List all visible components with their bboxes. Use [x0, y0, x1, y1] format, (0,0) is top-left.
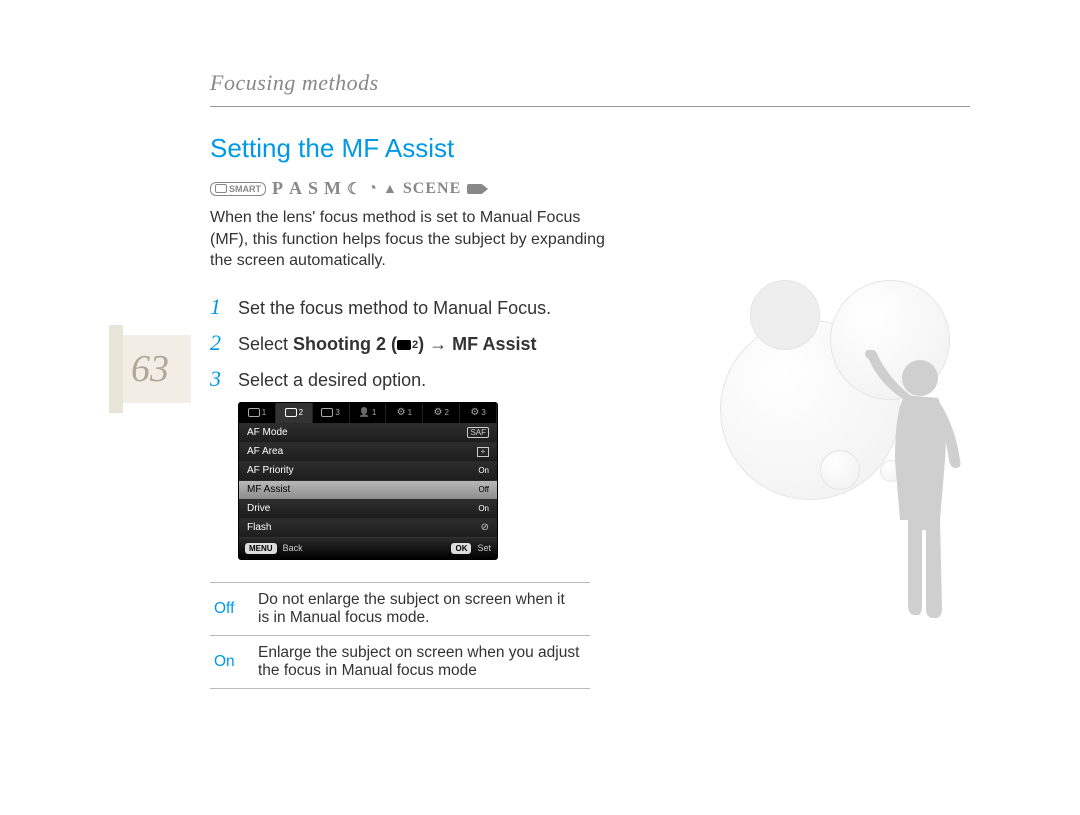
- tab-number: 3: [481, 408, 485, 417]
- table-row: Off Do not enlarge the subject on screen…: [210, 582, 590, 635]
- bubble-icon: [880, 460, 902, 482]
- option-desc: Enlarge the subject on screen when you a…: [254, 635, 590, 688]
- menu-row-flash: Flash: [239, 518, 497, 537]
- tab-number: 1: [262, 408, 266, 417]
- steps-list: 1 Set the focus method to Manual Focus. …: [210, 294, 630, 392]
- step-text: Select Shooting 2 (2) → MF Assist: [238, 334, 537, 355]
- divider: [210, 106, 970, 107]
- menu-row-af-area: AF Area +: [239, 442, 497, 461]
- option-name: Off: [210, 582, 254, 635]
- scene-mode-label: SCENE: [403, 180, 461, 198]
- menu-footer: MENU Back OK Set: [239, 537, 497, 559]
- step-text: Set the focus method to Manual Focus.: [238, 298, 551, 319]
- menu-tab-setup-1: 1: [386, 403, 423, 423]
- row-label: Drive: [247, 503, 270, 514]
- menu-row-drive: Drive On: [239, 499, 497, 518]
- night-mode-icon: [347, 179, 361, 199]
- row-value: On: [478, 466, 489, 475]
- menu-tabs: 1 2 3 1 1 2 3: [239, 403, 497, 423]
- child-silhouette-icon: [860, 350, 980, 640]
- breadcrumb: Focusing methods: [210, 70, 970, 106]
- step-3: 3 Select a desired option.: [210, 366, 630, 392]
- bubble-icon: [720, 320, 900, 500]
- menu-row-af-priority: AF Priority On: [239, 461, 497, 480]
- menu-tab-setup-3: 3: [460, 403, 497, 423]
- menu-pill: MENU: [245, 543, 277, 554]
- option-desc: Do not enlarge the subject on screen whe…: [254, 582, 590, 635]
- row-label: AF Priority: [247, 465, 294, 476]
- menu-row-mf-assist: MF Assist Off: [239, 480, 497, 499]
- tab-number: 1: [372, 408, 376, 417]
- menu-rows: AF Mode SAF AF Area + AF Priority On MF …: [239, 423, 497, 537]
- row-value: Off: [478, 485, 489, 494]
- set-label: Set: [477, 543, 491, 553]
- step-text: Select a desired option.: [238, 370, 426, 391]
- arrow-icon: →: [424, 334, 452, 354]
- row-label: Flash: [247, 522, 271, 533]
- bubble-icon: [750, 280, 820, 350]
- tab-number: 3: [335, 408, 339, 417]
- option-name: On: [210, 635, 254, 688]
- row-label: AF Area: [247, 446, 283, 457]
- tab-number: 2: [444, 408, 448, 417]
- menu-row-af-mode: AF Mode SAF: [239, 423, 497, 442]
- page-number-tab: 63: [109, 335, 191, 403]
- row-value: On: [478, 504, 489, 513]
- smart-mode-icon: SMART: [210, 182, 266, 196]
- page-number: 63: [131, 347, 169, 391]
- back-label: Back: [283, 543, 303, 553]
- af-area-icon: +: [477, 447, 489, 457]
- options-table: Off Do not enlarge the subject on screen…: [210, 582, 590, 689]
- tab-number: 2: [299, 408, 303, 417]
- camera-icon: 2: [397, 339, 418, 351]
- step-number: 3: [210, 366, 226, 392]
- menu-tab-shooting-2: 2: [276, 403, 313, 423]
- row-label: AF Mode: [247, 427, 288, 438]
- bubble-icon: [830, 280, 950, 400]
- step-bold: Shooting 2 (: [293, 334, 397, 354]
- intro-text: When the lens' focus method is set to Ma…: [210, 207, 620, 272]
- menu-tab-user-1: 1: [350, 403, 387, 423]
- bubble-icon: [820, 450, 860, 490]
- tab-number: 1: [408, 408, 412, 417]
- saf-icon: SAF: [467, 427, 489, 438]
- landscape-mode-icon: [383, 180, 397, 198]
- mode-s-icon: S: [308, 178, 318, 199]
- video-mode-icon: [467, 184, 483, 194]
- mode-m-icon: M: [324, 178, 341, 199]
- section-title: Setting the MF Assist: [210, 133, 970, 164]
- step-1: 1 Set the focus method to Manual Focus.: [210, 294, 630, 320]
- decorative-illustration: [710, 280, 1010, 660]
- flash-off-icon: [481, 522, 489, 533]
- step-prefix: Select: [238, 334, 293, 354]
- table-row: On Enlarge the subject on screen when yo…: [210, 635, 590, 688]
- mode-a-icon: A: [289, 178, 302, 199]
- menu-tab-setup-2: 2: [423, 403, 460, 423]
- menu-tab-shooting-3: 3: [313, 403, 350, 423]
- step-number: 1: [210, 294, 226, 320]
- mode-p-icon: P: [272, 178, 283, 199]
- step-2: 2 Select Shooting 2 (2) → MF Assist: [210, 330, 630, 356]
- menu-tab-shooting-1: 1: [239, 403, 276, 423]
- camera-menu-screenshot: 1 2 3 1 1 2 3 AF Mode SAF AF Area + AF P…: [238, 402, 498, 560]
- timer-mode-icon: [367, 180, 377, 198]
- step-number: 2: [210, 330, 226, 356]
- row-label: MF Assist: [247, 484, 290, 495]
- ok-pill: OK: [451, 543, 471, 554]
- step-bold: MF Assist: [452, 334, 536, 354]
- mode-row: SMART P A S M SCENE: [210, 178, 970, 199]
- manual-page: Focusing methods 63 Setting the MF Assis…: [0, 0, 1080, 815]
